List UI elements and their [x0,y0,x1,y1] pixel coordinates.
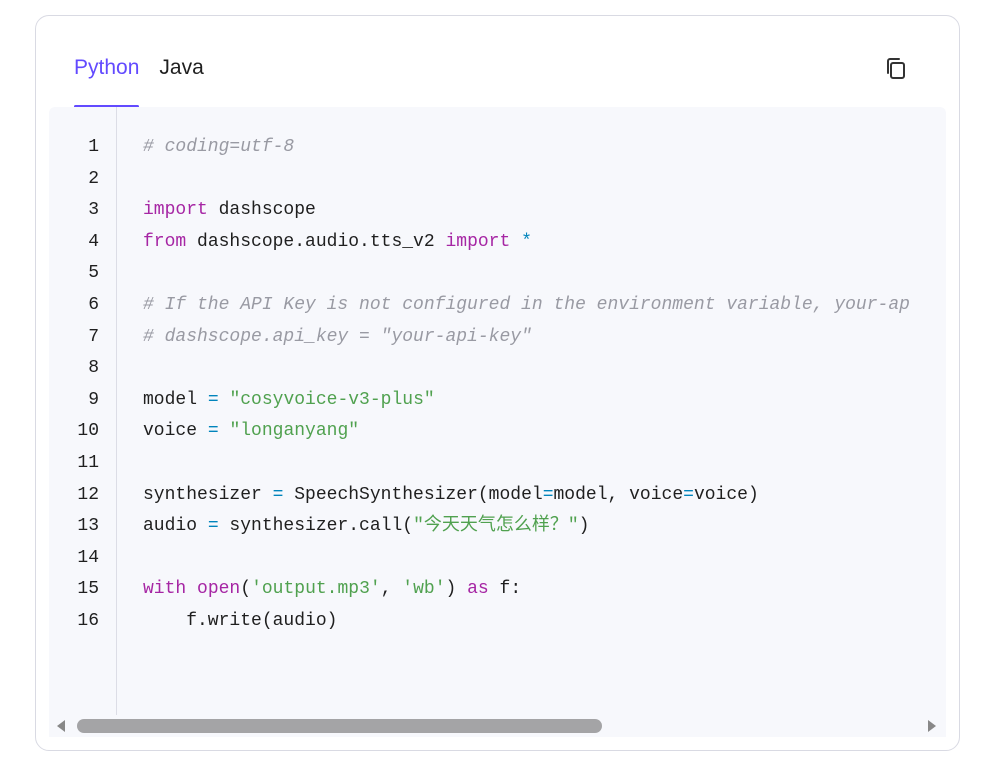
tab-java[interactable]: Java [159,54,203,108]
line-number: 5 [88,263,99,284]
line-number: 16 [77,611,99,631]
code-line: synthesizer = SpeechSynthesizer(model=mo… [143,484,759,505]
line-number: 3 [88,200,99,221]
line-number-gutter: 1 2 3 4 5 6 7 8 9 10 11 12 13 14 15 16 [49,107,117,715]
scroll-right-arrow-icon[interactable] [928,720,936,732]
scrollbar-thumb[interactable] [77,719,602,733]
copy-button[interactable] [884,56,910,82]
code-block: 1 2 3 4 5 6 7 8 9 10 11 12 13 14 15 16 #… [49,107,946,715]
tab-python[interactable]: Python [74,54,140,108]
line-number: 9 [88,389,99,410]
horizontal-scrollbar[interactable] [49,715,946,737]
code-line: model = "cosyvoice-v3-plus" [143,389,435,410]
line-number: 2 [88,168,99,189]
code-line: # dashscope.api_key = "your-api-key" [143,326,532,347]
code-line: # If the API Key is not configured in th… [143,295,910,315]
line-number: 11 [77,453,99,473]
line-number: 13 [77,516,99,537]
code-line: audio = synthesizer.call("今天天气怎么样？") [143,516,590,537]
line-number: 6 [88,295,99,315]
line-number: 4 [88,231,99,252]
line-number: 10 [77,421,99,442]
code-line: from dashscope.audio.tts_v2 import * [143,231,532,252]
code-sample-card: Python Java 1 2 3 4 5 6 7 8 9 10 11 12 1… [35,15,960,751]
code-line: f.write(audio) [143,611,338,631]
code-line: with open('output.mp3', 'wb') as f: [143,579,522,600]
line-number: 14 [77,547,99,568]
code-line: voice = "longanyang" [143,421,360,442]
copy-icon [887,58,905,79]
line-number: 12 [77,484,99,505]
scroll-left-arrow-icon[interactable] [57,720,65,732]
line-number: 7 [88,326,99,347]
code-line: # coding=utf-8 [143,137,295,157]
code-line: import dashscope [143,200,316,221]
line-number: 8 [88,358,99,379]
language-tabs: Python Java [74,54,204,108]
line-number: 1 [88,137,99,157]
line-number: 15 [77,579,99,600]
